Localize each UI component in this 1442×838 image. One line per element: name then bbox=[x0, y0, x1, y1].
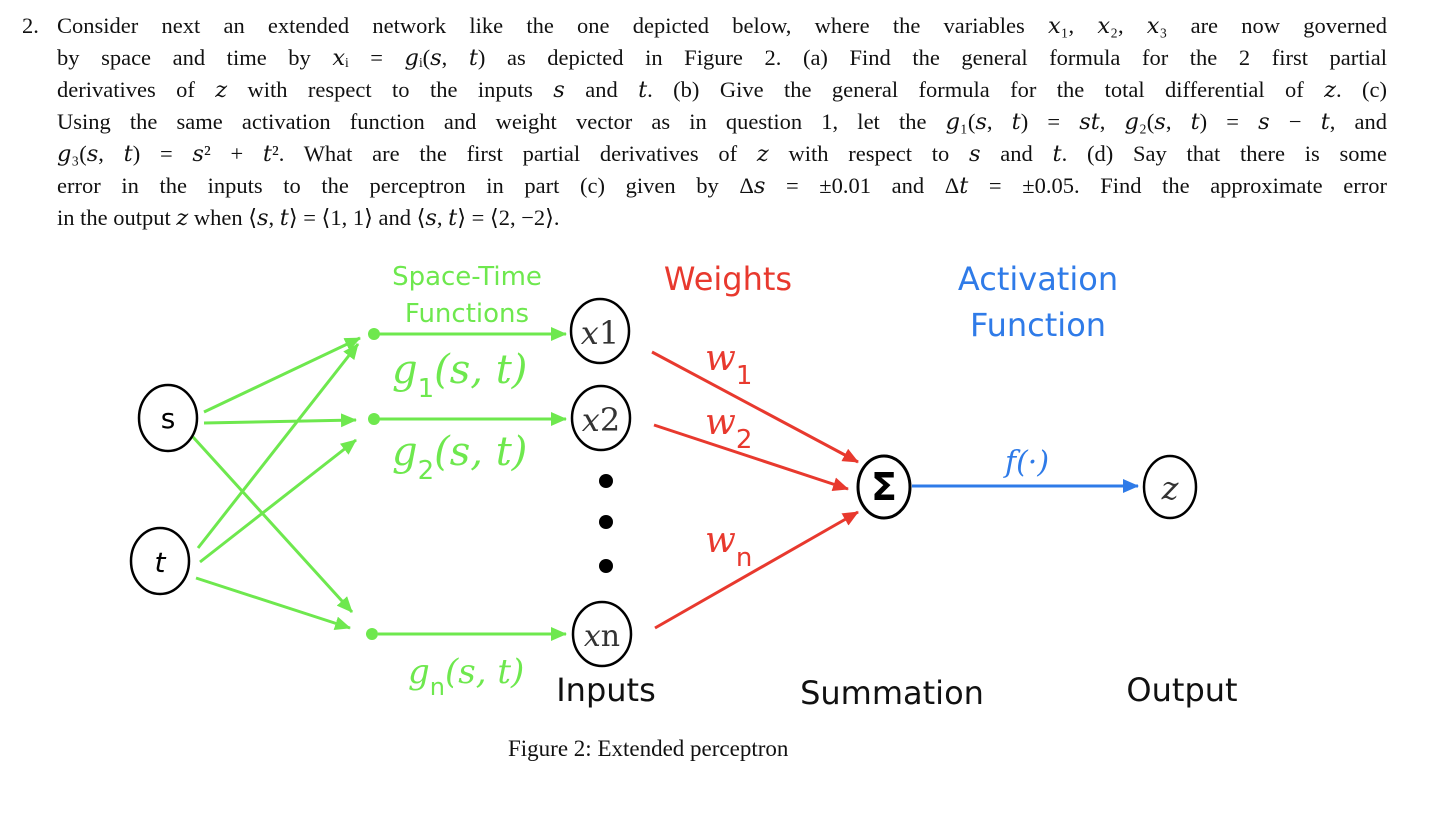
edge-s-g1 bbox=[203, 336, 361, 414]
space-time-header: Functions bbox=[405, 299, 529, 329]
function-label-gn: gn(s, t) bbox=[408, 652, 524, 701]
weight-label-wn: wn bbox=[705, 520, 752, 573]
ellipsis-dot bbox=[599, 515, 613, 529]
node-s: s bbox=[137, 383, 199, 453]
edge-xn-sum bbox=[654, 510, 859, 630]
function-label-g2: g2(s, t) bbox=[392, 429, 527, 486]
summation-label: Summation bbox=[800, 674, 984, 712]
weight-label-w2: w2 bbox=[705, 402, 752, 455]
summation-node: Σ bbox=[856, 454, 912, 520]
output-label: Output bbox=[1126, 671, 1237, 709]
ellipsis-dot bbox=[599, 474, 613, 488]
junction-dot-g2 bbox=[368, 413, 380, 425]
activation-function-label: f(·) bbox=[1003, 445, 1049, 480]
edge-s-g2 bbox=[203, 413, 357, 428]
svg-text:s: s bbox=[161, 402, 176, 435]
weights-header: Weights bbox=[664, 260, 792, 298]
node-xn: xn bbox=[571, 600, 633, 668]
ellipsis-dot bbox=[599, 559, 613, 573]
edge-t-g2 bbox=[199, 438, 357, 564]
svg-text:t: t bbox=[155, 546, 167, 579]
figure-caption: Figure 2: Extended perceptron bbox=[508, 736, 789, 761]
node-x1: x1 bbox=[569, 297, 631, 365]
node-x2: x2 bbox=[570, 384, 632, 452]
space-time-header: Space-Time bbox=[392, 262, 542, 292]
sigma-icon: Σ bbox=[871, 465, 897, 509]
edge-t-g1 bbox=[196, 343, 360, 549]
function-label-g1: g1(s, t) bbox=[392, 347, 527, 404]
svg-text:x1: x1 bbox=[581, 314, 619, 352]
edge-x1-sum bbox=[651, 350, 859, 464]
activation-header: Function bbox=[970, 306, 1106, 344]
inputs-label: Inputs bbox=[556, 671, 656, 709]
node-t: t bbox=[129, 526, 191, 596]
svg-text:x2: x2 bbox=[582, 401, 620, 439]
perceptron-diagram: Space-Time Functions Weights Activation … bbox=[129, 260, 1238, 712]
junction-dot-g1 bbox=[368, 328, 380, 340]
output-node-z: z bbox=[1142, 454, 1198, 520]
junction-dot-gn bbox=[366, 628, 378, 640]
svg-text:xn: xn bbox=[584, 619, 620, 654]
svg-text:z: z bbox=[1161, 469, 1180, 507]
activation-header: Activation bbox=[958, 260, 1118, 298]
